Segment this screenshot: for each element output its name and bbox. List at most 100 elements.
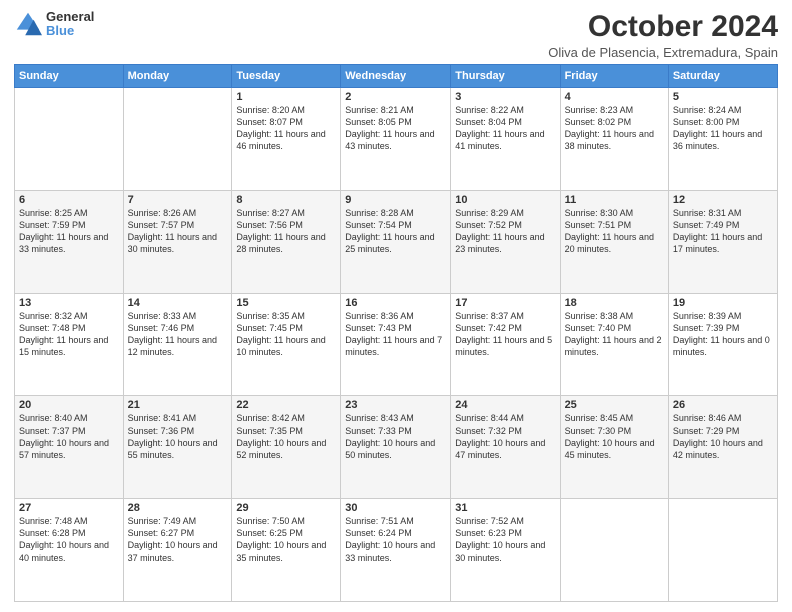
day-number: 14 (128, 297, 228, 309)
day-info: Sunrise: 8:27 AMSunset: 7:56 PMDaylight:… (236, 207, 336, 256)
day-info: Sunrise: 8:42 AMSunset: 7:35 PMDaylight:… (236, 412, 336, 461)
day-number: 13 (19, 297, 119, 309)
day-info: Sunrise: 7:52 AMSunset: 6:23 PMDaylight:… (455, 515, 555, 564)
day-number: 9 (345, 194, 446, 206)
calendar-cell: 15Sunrise: 8:35 AMSunset: 7:45 PMDayligh… (232, 293, 341, 396)
day-info: Sunrise: 8:32 AMSunset: 7:48 PMDaylight:… (19, 310, 119, 359)
main-title: October 2024 (548, 10, 778, 43)
calendar-week-3: 13Sunrise: 8:32 AMSunset: 7:48 PMDayligh… (15, 293, 778, 396)
day-number: 4 (565, 91, 664, 103)
calendar-week-4: 20Sunrise: 8:40 AMSunset: 7:37 PMDayligh… (15, 396, 778, 499)
calendar-cell: 27Sunrise: 7:48 AMSunset: 6:28 PMDayligh… (15, 499, 124, 602)
day-number: 17 (455, 297, 555, 309)
day-info: Sunrise: 8:35 AMSunset: 7:45 PMDaylight:… (236, 310, 336, 359)
col-header-wednesday: Wednesday (341, 65, 451, 88)
day-info: Sunrise: 8:33 AMSunset: 7:46 PMDaylight:… (128, 310, 228, 359)
calendar-cell: 5Sunrise: 8:24 AMSunset: 8:00 PMDaylight… (668, 88, 777, 191)
day-info: Sunrise: 8:36 AMSunset: 7:43 PMDaylight:… (345, 310, 446, 359)
day-number: 8 (236, 194, 336, 206)
day-info: Sunrise: 8:21 AMSunset: 8:05 PMDaylight:… (345, 104, 446, 153)
calendar-cell: 23Sunrise: 8:43 AMSunset: 7:33 PMDayligh… (341, 396, 451, 499)
day-info: Sunrise: 8:45 AMSunset: 7:30 PMDaylight:… (565, 412, 664, 461)
logo-blue: Blue (46, 24, 94, 38)
calendar-cell: 31Sunrise: 7:52 AMSunset: 6:23 PMDayligh… (451, 499, 560, 602)
day-number: 5 (673, 91, 773, 103)
calendar-cell: 10Sunrise: 8:29 AMSunset: 7:52 PMDayligh… (451, 190, 560, 293)
calendar-cell: 22Sunrise: 8:42 AMSunset: 7:35 PMDayligh… (232, 396, 341, 499)
calendar-week-2: 6Sunrise: 8:25 AMSunset: 7:59 PMDaylight… (15, 190, 778, 293)
calendar-cell: 13Sunrise: 8:32 AMSunset: 7:48 PMDayligh… (15, 293, 124, 396)
day-info: Sunrise: 8:31 AMSunset: 7:49 PMDaylight:… (673, 207, 773, 256)
day-number: 20 (19, 399, 119, 411)
day-number: 6 (19, 194, 119, 206)
subtitle: Oliva de Plasencia, Extremadura, Spain (548, 45, 778, 60)
calendar-cell: 16Sunrise: 8:36 AMSunset: 7:43 PMDayligh… (341, 293, 451, 396)
day-info: Sunrise: 8:43 AMSunset: 7:33 PMDaylight:… (345, 412, 446, 461)
calendar-cell: 26Sunrise: 8:46 AMSunset: 7:29 PMDayligh… (668, 396, 777, 499)
day-number: 16 (345, 297, 446, 309)
day-info: Sunrise: 8:28 AMSunset: 7:54 PMDaylight:… (345, 207, 446, 256)
logo-text: General Blue (46, 10, 94, 39)
day-info: Sunrise: 8:24 AMSunset: 8:00 PMDaylight:… (673, 104, 773, 153)
day-info: Sunrise: 7:48 AMSunset: 6:28 PMDaylight:… (19, 515, 119, 564)
calendar-cell (668, 499, 777, 602)
day-info: Sunrise: 8:20 AMSunset: 8:07 PMDaylight:… (236, 104, 336, 153)
day-number: 29 (236, 502, 336, 514)
day-info: Sunrise: 7:49 AMSunset: 6:27 PMDaylight:… (128, 515, 228, 564)
day-number: 10 (455, 194, 555, 206)
logo: General Blue (14, 10, 94, 39)
day-info: Sunrise: 8:44 AMSunset: 7:32 PMDaylight:… (455, 412, 555, 461)
day-number: 27 (19, 502, 119, 514)
header-row: SundayMondayTuesdayWednesdayThursdayFrid… (15, 65, 778, 88)
day-number: 15 (236, 297, 336, 309)
calendar-cell: 30Sunrise: 7:51 AMSunset: 6:24 PMDayligh… (341, 499, 451, 602)
calendar-cell: 12Sunrise: 8:31 AMSunset: 7:49 PMDayligh… (668, 190, 777, 293)
day-number: 2 (345, 91, 446, 103)
calendar-cell: 11Sunrise: 8:30 AMSunset: 7:51 PMDayligh… (560, 190, 668, 293)
day-info: Sunrise: 8:26 AMSunset: 7:57 PMDaylight:… (128, 207, 228, 256)
day-info: Sunrise: 8:37 AMSunset: 7:42 PMDaylight:… (455, 310, 555, 359)
calendar-cell: 9Sunrise: 8:28 AMSunset: 7:54 PMDaylight… (341, 190, 451, 293)
day-info: Sunrise: 8:22 AMSunset: 8:04 PMDaylight:… (455, 104, 555, 153)
day-number: 22 (236, 399, 336, 411)
title-block: October 2024 Oliva de Plasencia, Extrema… (548, 10, 778, 60)
logo-icon (14, 10, 42, 38)
calendar-cell (15, 88, 124, 191)
calendar-cell: 20Sunrise: 8:40 AMSunset: 7:37 PMDayligh… (15, 396, 124, 499)
col-header-tuesday: Tuesday (232, 65, 341, 88)
day-number: 30 (345, 502, 446, 514)
col-header-thursday: Thursday (451, 65, 560, 88)
calendar-cell: 28Sunrise: 7:49 AMSunset: 6:27 PMDayligh… (123, 499, 232, 602)
calendar-cell: 4Sunrise: 8:23 AMSunset: 8:02 PMDaylight… (560, 88, 668, 191)
day-number: 26 (673, 399, 773, 411)
calendar-cell: 3Sunrise: 8:22 AMSunset: 8:04 PMDaylight… (451, 88, 560, 191)
calendar-cell: 14Sunrise: 8:33 AMSunset: 7:46 PMDayligh… (123, 293, 232, 396)
day-number: 25 (565, 399, 664, 411)
col-header-sunday: Sunday (15, 65, 124, 88)
day-number: 11 (565, 194, 664, 206)
calendar-cell: 6Sunrise: 8:25 AMSunset: 7:59 PMDaylight… (15, 190, 124, 293)
day-number: 28 (128, 502, 228, 514)
day-number: 23 (345, 399, 446, 411)
day-info: Sunrise: 8:23 AMSunset: 8:02 PMDaylight:… (565, 104, 664, 153)
page: General Blue October 2024 Oliva de Plase… (0, 0, 792, 612)
calendar-cell: 17Sunrise: 8:37 AMSunset: 7:42 PMDayligh… (451, 293, 560, 396)
day-info: Sunrise: 8:39 AMSunset: 7:39 PMDaylight:… (673, 310, 773, 359)
calendar-cell (560, 499, 668, 602)
header: General Blue October 2024 Oliva de Plase… (14, 10, 778, 60)
day-info: Sunrise: 7:50 AMSunset: 6:25 PMDaylight:… (236, 515, 336, 564)
day-info: Sunrise: 8:46 AMSunset: 7:29 PMDaylight:… (673, 412, 773, 461)
day-number: 21 (128, 399, 228, 411)
day-info: Sunrise: 8:38 AMSunset: 7:40 PMDaylight:… (565, 310, 664, 359)
day-info: Sunrise: 8:29 AMSunset: 7:52 PMDaylight:… (455, 207, 555, 256)
col-header-saturday: Saturday (668, 65, 777, 88)
day-number: 31 (455, 502, 555, 514)
day-number: 3 (455, 91, 555, 103)
day-info: Sunrise: 7:51 AMSunset: 6:24 PMDaylight:… (345, 515, 446, 564)
day-number: 18 (565, 297, 664, 309)
calendar-cell: 7Sunrise: 8:26 AMSunset: 7:57 PMDaylight… (123, 190, 232, 293)
calendar-week-5: 27Sunrise: 7:48 AMSunset: 6:28 PMDayligh… (15, 499, 778, 602)
day-number: 24 (455, 399, 555, 411)
day-info: Sunrise: 8:41 AMSunset: 7:36 PMDaylight:… (128, 412, 228, 461)
calendar-cell (123, 88, 232, 191)
